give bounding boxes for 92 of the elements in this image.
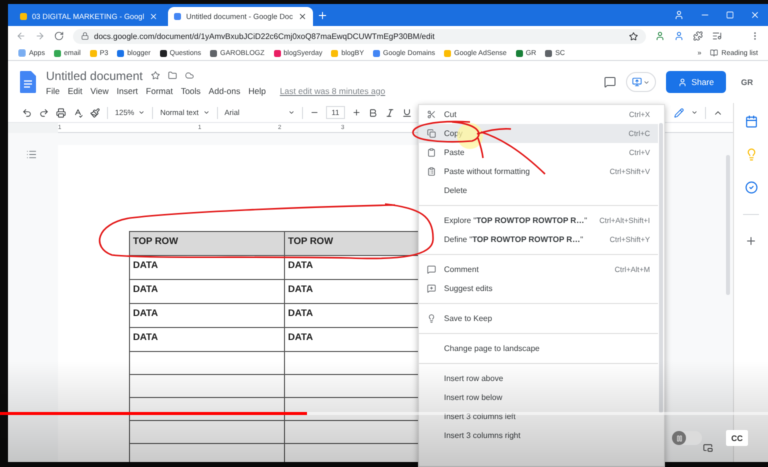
favicon-icon [117, 50, 124, 56]
header-cell: TOP ROW [130, 232, 285, 256]
present-button[interactable] [626, 72, 656, 92]
caret-icon[interactable] [691, 109, 698, 116]
calendar-icon[interactable] [744, 115, 758, 128]
table-cell: DATA [130, 328, 285, 352]
reload-icon[interactable] [54, 31, 64, 41]
favicon-icon [54, 50, 61, 56]
reading-list-icon [710, 49, 718, 57]
miniplayer-icon[interactable] [703, 443, 713, 453]
star-icon[interactable] [150, 71, 160, 80]
paint-format-icon[interactable] [90, 108, 100, 118]
menu-item[interactable]: Insert 3 columns left [419, 407, 658, 426]
comment-icon[interactable] [604, 76, 616, 88]
clipboard-icon [427, 167, 436, 176]
comment-plus-icon [427, 284, 436, 293]
extension-icon[interactable] [655, 31, 665, 41]
caret-icon [138, 109, 146, 116]
bold-icon[interactable] [368, 108, 378, 118]
table-cell: DATA [130, 256, 285, 280]
menu-item[interactable]: Insert row above [419, 369, 658, 388]
caret-icon [643, 78, 650, 86]
underline-icon[interactable] [402, 108, 412, 118]
favicon-icon [516, 50, 523, 56]
favicon-icon [545, 50, 552, 56]
plus-icon[interactable] [352, 108, 362, 117]
menu-item[interactable]: File [46, 86, 60, 96]
print-icon[interactable] [56, 108, 66, 118]
forward-icon[interactable] [35, 31, 45, 41]
pencil-icon[interactable] [674, 108, 684, 118]
close-icon[interactable] [149, 12, 158, 21]
folder-icon[interactable] [168, 71, 177, 80]
caret-icon [202, 109, 210, 116]
check-icon[interactable] [744, 181, 758, 194]
star-icon[interactable] [629, 32, 638, 40]
favicon-icon [373, 50, 380, 56]
caret-icon [288, 109, 295, 116]
menu-item[interactable]: Help [248, 86, 266, 96]
autoplay-toggle[interactable] [672, 431, 702, 445]
maximize-icon[interactable] [726, 11, 734, 19]
apps-icon [18, 49, 26, 57]
media-icon[interactable] [712, 31, 722, 41]
undo-icon[interactable] [22, 108, 32, 118]
menu-item[interactable]: Insert 3 columns right [419, 426, 658, 445]
favicon-icon [20, 13, 27, 20]
favicon-icon [210, 50, 218, 56]
outline-icon[interactable] [26, 149, 37, 160]
menu-item[interactable]: View [90, 86, 109, 96]
menu-item[interactable]: Edit [68, 86, 82, 96]
captions-button[interactable]: CC [726, 430, 748, 446]
table-cell: DATA [130, 280, 285, 304]
close-icon[interactable] [750, 10, 760, 20]
bulb-icon [427, 314, 436, 323]
favicon-icon [331, 50, 338, 56]
menu-item[interactable]: Format [146, 86, 173, 96]
plus-icon[interactable] [316, 10, 328, 20]
present-icon [632, 77, 642, 87]
cloud-icon[interactable] [184, 71, 194, 80]
scissors-icon [427, 110, 436, 119]
favicon-icon [274, 50, 280, 56]
comment-icon [427, 265, 436, 274]
extension-icon[interactable] [674, 31, 684, 41]
table-cell: DATA [130, 304, 285, 328]
plus-icon[interactable] [745, 235, 757, 247]
pause-icon [676, 434, 682, 442]
italic-icon[interactable] [385, 108, 396, 118]
spellcheck-icon[interactable] [73, 108, 83, 118]
menu-item[interactable]: Delete [419, 181, 658, 200]
favicon-icon [160, 50, 167, 56]
share-button[interactable]: Share [666, 71, 726, 93]
menu-item[interactable]: Add-ons [208, 86, 240, 96]
favicon-icon [444, 50, 452, 56]
progress-bar[interactable] [0, 412, 768, 415]
avatar[interactable]: GR [736, 78, 758, 86]
copy-icon [427, 129, 436, 138]
menu-item[interactable]: Tools [180, 86, 201, 96]
favicon-icon [174, 13, 182, 20]
profile-icon[interactable] [674, 10, 684, 20]
puzzle-icon[interactable] [693, 31, 703, 41]
lock-icon [81, 32, 89, 40]
close-icon[interactable] [298, 12, 307, 21]
menu-item[interactable]: Insert [116, 86, 138, 96]
favicon-icon [90, 50, 97, 56]
back-icon[interactable] [16, 31, 26, 41]
document-title[interactable]: Untitled document [46, 68, 143, 82]
person-icon [678, 78, 688, 86]
address-field[interactable]: docs.google.com/document/d/1yAmvBxubJCiD22c6Cmj0xoQ87maEwqDCUWTmEgP30BM/edit [73, 28, 646, 44]
docs-logo-icon[interactable] [20, 71, 36, 93]
menu-item[interactable]: Insert row below [419, 388, 658, 407]
last-edit-link[interactable]: Last edit was 8 minutes ago [280, 86, 386, 96]
redo-icon[interactable] [39, 108, 49, 118]
clipboard-icon [427, 148, 436, 157]
